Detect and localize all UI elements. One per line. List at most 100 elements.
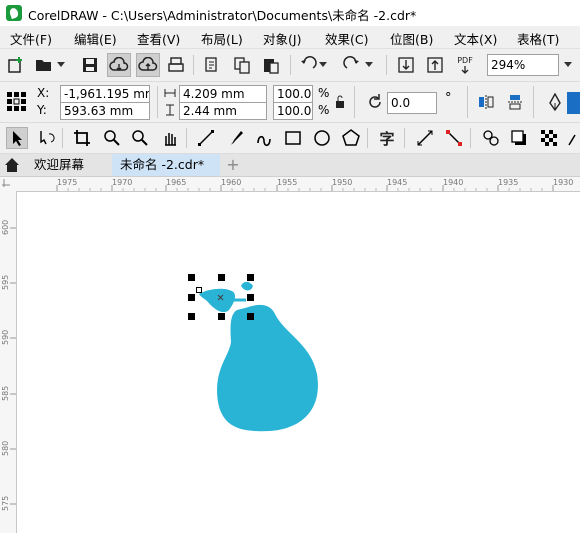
menu-view[interactable]: 查看(V) — [137, 29, 180, 48]
pick-tool-icon[interactable] — [6, 127, 28, 149]
ellipse-tool-icon[interactable] — [312, 128, 332, 148]
degree-label: ° — [445, 91, 452, 106]
pear-stem-piece — [241, 281, 253, 291]
tab-welcome-screen[interactable]: 欢迎屏幕 — [0, 154, 110, 176]
menu-bar: 文件(F) 编辑(E) 查看(V) 布局(L) 对象(J) 效果(C) 位图(B… — [0, 26, 580, 49]
polygon-tool-icon[interactable] — [341, 128, 361, 148]
transparency-tool-icon[interactable] — [539, 128, 559, 148]
pear-drawing[interactable] — [17, 192, 580, 533]
coreldraw-app-icon — [6, 5, 22, 21]
height-icon — [163, 102, 177, 118]
save-icon[interactable] — [80, 55, 100, 75]
menu-bitmaps[interactable]: 位图(B) — [390, 29, 433, 48]
outline-width-select[interactable] — [567, 92, 580, 114]
new-document-icon[interactable] — [6, 55, 26, 75]
zoom-level-select[interactable]: 294% — [487, 54, 559, 76]
zoom-tool-icon[interactable] — [102, 128, 122, 148]
selection-handle-bottom[interactable] — [218, 313, 225, 320]
tab-document-label: 未命名 -2.cdr* — [120, 157, 205, 172]
mirror-horizontal-icon[interactable] — [476, 92, 496, 112]
undo-icon[interactable] — [298, 55, 318, 75]
rotation-angle-field[interactable]: 0.0 — [387, 92, 437, 114]
artistic-media-icon[interactable] — [226, 128, 246, 148]
zoom-out-tool-icon[interactable] — [130, 128, 150, 148]
paste-icon[interactable] — [261, 55, 281, 75]
outline-pen-icon[interactable] — [545, 92, 565, 112]
drop-shadow-tool-icon[interactable] — [509, 128, 529, 148]
ruler-v-label: 590 — [1, 329, 10, 345]
redo-dropdown-icon[interactable] — [364, 55, 374, 75]
scale-height-field[interactable]: 100.0 — [273, 102, 313, 120]
selection-handle-top[interactable] — [218, 274, 225, 281]
rectangle-tool-icon[interactable] — [283, 128, 303, 148]
import-file-icon[interactable] — [396, 55, 416, 75]
menu-text[interactable]: 文本(X) — [454, 29, 497, 48]
ruler-h-label: 1950 — [332, 178, 353, 187]
blend-tool-icon[interactable] — [481, 128, 501, 148]
menu-object[interactable]: 对象(J) — [263, 29, 301, 48]
window-title: CorelDRAW - C:\Users\Administrator\Docum… — [28, 8, 417, 23]
y-position-field[interactable]: 593.63 mm — [60, 102, 150, 120]
menu-edit[interactable]: 编辑(E) — [74, 29, 117, 48]
ruler-h-label: 1960 — [221, 178, 242, 187]
chevron-down-icon[interactable] — [56, 55, 66, 75]
selection-handle-right[interactable] — [247, 294, 254, 301]
ruler-v-label: 580 — [1, 440, 10, 456]
ruler-v-label: 585 — [1, 385, 10, 401]
selection-handle-bottom-left[interactable] — [188, 313, 195, 320]
ruler-h-label: 1935 — [498, 178, 519, 187]
x-position-field[interactable]: -1,961.195 mm — [60, 85, 150, 103]
connector-tool-icon[interactable] — [444, 128, 464, 148]
copy-icon[interactable] — [232, 55, 252, 75]
ruler-h-label: 1975 — [57, 178, 78, 187]
height-field[interactable]: 2.44 mm — [179, 102, 267, 120]
selection-handle-top-right[interactable] — [247, 274, 254, 281]
undo-dropdown-icon[interactable] — [318, 55, 328, 75]
pen-tool-icon[interactable] — [254, 128, 274, 148]
cloud-download-icon[interactable] — [107, 53, 131, 77]
import-icon[interactable] — [202, 55, 222, 75]
object-origin-icon[interactable] — [5, 90, 29, 114]
eyedropper-tool-icon[interactable] — [566, 128, 580, 148]
pan-tool-icon[interactable] — [160, 128, 180, 148]
scale-width-field[interactable]: 100.0 — [273, 85, 313, 103]
ruler-v-label: 575 — [1, 495, 10, 511]
shape-tool-icon[interactable] — [36, 128, 56, 148]
selection-handle-left[interactable] — [188, 294, 195, 301]
pdf-label: PDF — [457, 55, 473, 65]
selection-handle-top-left[interactable] — [188, 274, 195, 281]
menu-layout[interactable]: 布局(L) — [201, 29, 243, 48]
ruler-h-label: 1970 — [112, 178, 133, 187]
ruler-h-label: 1965 — [166, 178, 187, 187]
ruler-h-label: 1930 — [553, 178, 574, 187]
menu-effects[interactable]: 效果(C) — [325, 29, 368, 48]
freehand-tool-icon[interactable] — [196, 128, 216, 148]
ruler-origin[interactable] — [0, 177, 17, 192]
menu-table[interactable]: 表格(T) — [517, 29, 559, 48]
width-field[interactable]: 4.209 mm — [179, 85, 267, 103]
publish-pdf-icon[interactable]: PDF — [453, 53, 477, 77]
cloud-upload-icon[interactable] — [136, 53, 160, 77]
horizontal-ruler[interactable]: 1975 1970 1965 1960 1955 1950 1945 1940 … — [16, 177, 580, 192]
rotate-icon — [365, 92, 385, 112]
open-folder-icon[interactable] — [34, 55, 54, 75]
ruler-h-label: 1955 — [277, 178, 298, 187]
lock-ratio-icon[interactable] — [333, 94, 347, 110]
export-file-icon[interactable] — [425, 55, 445, 75]
mirror-vertical-icon[interactable] — [505, 92, 525, 112]
drawing-canvas[interactable] — [17, 192, 580, 533]
vertical-ruler[interactable]: 600 595 590 585 580 575 — [0, 191, 17, 533]
print-icon[interactable] — [166, 55, 186, 75]
redo-icon[interactable] — [342, 55, 362, 75]
selection-handle-bottom-right[interactable] — [247, 313, 254, 320]
crop-tool-icon[interactable] — [72, 128, 92, 148]
node-marker[interactable] — [196, 287, 202, 293]
tab-document[interactable]: 未命名 -2.cdr* — [112, 154, 220, 176]
standard-toolbar: PDF 294% — [0, 49, 580, 82]
menu-file[interactable]: 文件(F) — [10, 29, 52, 48]
dimension-tool-icon[interactable] — [415, 128, 435, 148]
text-tool-icon[interactable]: 字 — [377, 128, 397, 148]
zoom-dropdown-icon[interactable] — [560, 55, 576, 75]
width-icon — [163, 85, 177, 101]
add-tab-button[interactable]: + — [224, 154, 242, 176]
